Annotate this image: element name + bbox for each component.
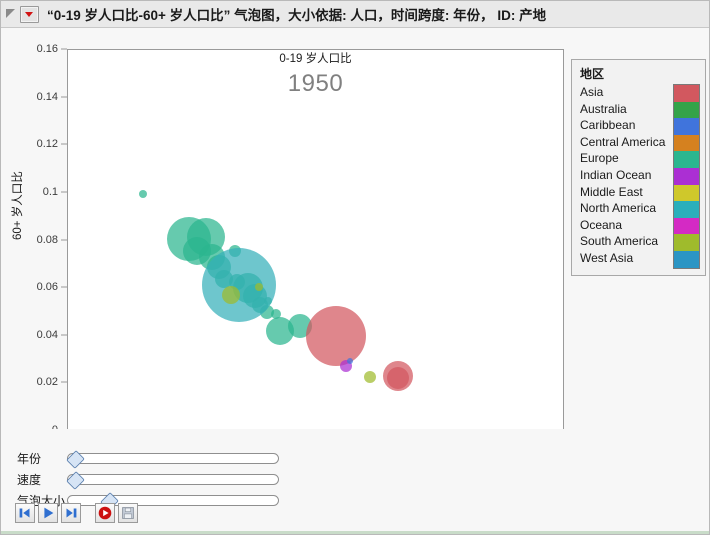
bubble-point[interactable] xyxy=(201,247,276,322)
legend-color-swatch[interactable] xyxy=(674,184,699,202)
legend-panel: 地区 Asia Australia Caribbean Central America… xyxy=(571,59,706,276)
slider-track[interactable] xyxy=(66,449,279,469)
legend-body: Asia Australia Caribbean Central America Eur… xyxy=(572,84,705,269)
chart-area: 1950 00.020.040.060.080.10.120.140.16 0.… xyxy=(1,28,709,446)
legend-color-swatch[interactable] xyxy=(674,134,699,152)
y-axis-tick-label: 0.02 xyxy=(36,376,58,389)
animation-controls: 年份 速度 气泡大小 xyxy=(1,429,709,534)
legend-item-label[interactable]: Oceana xyxy=(580,217,673,234)
step-backward-icon xyxy=(19,508,30,518)
save-button[interactable] xyxy=(118,503,138,523)
legend-color-swatch[interactable] xyxy=(674,151,699,168)
bubble-plot-window: “0-19 岁人口比-60+ 岁人口比” 气泡图，大小依据: 人口，时间跨度: … xyxy=(0,0,710,535)
page-title: “0-19 岁人口比-60+ 岁人口比” 气泡图，大小依据: 人口，时间跨度: … xyxy=(47,8,547,23)
legend-color-swatch[interactable] xyxy=(674,201,699,218)
step-forward-icon xyxy=(66,508,77,518)
y-axis-tick-label: 0.04 xyxy=(36,328,58,341)
slider-row: 速度 xyxy=(1,470,279,490)
legend-title: 地区 xyxy=(580,67,605,81)
x-axis-title: 0-19 岁人口比 xyxy=(279,53,352,65)
bubble-point[interactable] xyxy=(386,367,409,390)
legend-item-label[interactable]: Indian Ocean xyxy=(580,167,673,184)
floppy-save-icon xyxy=(122,507,134,519)
playback-button-row xyxy=(15,503,141,523)
step-forward-button[interactable] xyxy=(61,503,81,523)
slider-row: 年份 xyxy=(1,449,279,469)
slider-thumb[interactable] xyxy=(66,470,85,490)
record-icon xyxy=(98,506,112,520)
y-axis-tick-label: 0.06 xyxy=(36,281,58,294)
legend-color-swatch[interactable] xyxy=(674,167,699,185)
bubble-point[interactable] xyxy=(138,190,147,199)
legend-item-label[interactable]: Asia xyxy=(580,84,673,101)
legend-color-swatch[interactable] xyxy=(674,250,699,268)
legend-color-swatch[interactable] xyxy=(674,118,699,135)
red-triangle-menu-icon[interactable] xyxy=(20,5,39,23)
legend-item-label[interactable]: Middle East xyxy=(580,184,673,201)
legend-item-label[interactable]: West Asia xyxy=(580,250,673,267)
slider-label: 年份 xyxy=(17,451,42,466)
legend-label-column: Asia Australia Caribbean Central America Eur… xyxy=(580,84,673,269)
step-backward-button[interactable] xyxy=(15,503,35,523)
y-axis-tick-label: 0.14 xyxy=(36,90,58,103)
legend-color-swatch[interactable] xyxy=(674,101,699,119)
bubble-point[interactable] xyxy=(306,306,367,367)
legend-color-swatch[interactable] xyxy=(674,217,699,235)
triangle-collapse-icon[interactable] xyxy=(3,6,19,22)
slider-thumb[interactable] xyxy=(66,449,85,469)
legend-item-label[interactable]: Australia xyxy=(580,101,673,118)
bubble-point[interactable] xyxy=(363,370,376,383)
y-axis-title: 60+ 岁人口比 xyxy=(12,171,24,240)
legend-swatch-column xyxy=(673,84,700,269)
legend-color-swatch[interactable] xyxy=(674,234,699,251)
footer-divider xyxy=(1,531,709,534)
play-button[interactable] xyxy=(38,503,58,523)
legend-item-label[interactable]: Central America xyxy=(580,134,673,151)
slider-track[interactable] xyxy=(66,470,279,490)
chart-year-label: 1950 xyxy=(287,70,344,97)
legend-item-label[interactable]: Caribbean xyxy=(580,117,673,134)
window-title-bar: “0-19 岁人口比-60+ 岁人口比” 气泡图，大小依据: 人口，时间跨度: … xyxy=(1,1,709,28)
y-axis-tick-label: 0.16 xyxy=(36,43,58,55)
slider-label: 速度 xyxy=(17,472,42,487)
legend-color-swatch[interactable] xyxy=(674,85,699,102)
legend-item-label[interactable]: South America xyxy=(580,233,673,250)
legend-item-label[interactable]: North America xyxy=(580,200,673,217)
play-icon xyxy=(44,507,54,519)
legend-item-label[interactable]: Europe xyxy=(580,150,673,167)
plot-frame[interactable]: 1950 xyxy=(67,49,564,430)
record-button[interactable] xyxy=(95,503,115,523)
y-axis-tick-label: 0.12 xyxy=(36,138,58,151)
